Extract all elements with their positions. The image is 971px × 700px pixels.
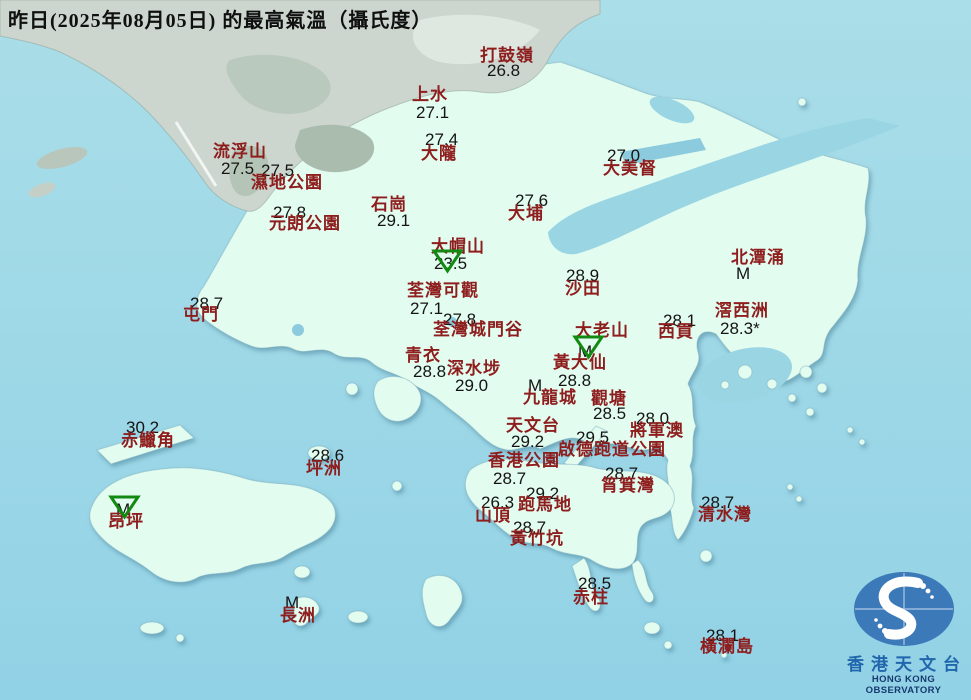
station-name: 黃大仙 [553,354,607,371]
hko-logo-name-cjk: 香港天文台 [836,655,971,675]
station-marker-triangle-icon [109,495,140,519]
station-value: 27.5 [221,160,254,177]
station-value: 27.1 [410,300,443,317]
station-name: 九龍城 [523,389,577,406]
station-name: 沙田 [565,280,601,297]
station-name: 滘西洲 [715,302,769,319]
station-name: 觀塘 [591,390,627,407]
station-value: 29.0 [455,377,488,394]
station-name: 屯門 [183,306,219,323]
station-value: 29.1 [377,212,410,229]
station-name: 香港公園 [488,452,560,469]
station-value: 28.3* [720,320,760,337]
station-name: 橫瀾島 [700,638,754,655]
station-name: 流浮山 [213,143,267,160]
station-name: 北潭涌 [731,249,785,266]
station-name: 筲箕灣 [601,477,655,494]
station-value: 29.2 [511,433,544,450]
station-name: 山頂 [475,507,511,524]
station-value: 28.8 [558,372,591,389]
station-name: 元朗公園 [269,215,341,232]
station-name: 清水灣 [698,506,752,523]
station-name: 將軍澳 [630,422,684,439]
station-name: 坪洲 [306,460,342,477]
station-value: 28.8 [413,363,446,380]
station-value: 27.1 [416,104,449,121]
station-name: 西貢 [658,323,694,340]
station-name: 打鼓嶺 [480,47,534,64]
station-name: 大美督 [603,160,657,177]
station-name: 大埔 [508,205,544,222]
station-name: 赤鱲角 [121,432,175,449]
hko-logo-icon [852,570,956,648]
map-title: 昨日(2025年08月05日) 的最高氣溫（攝氏度） [8,4,432,33]
station-name: 石崗 [371,196,407,213]
station-name: 天文台 [506,417,560,434]
station-value: 28.7 [493,470,526,487]
hko-logo: 香港天文台 HONG KONG OBSERVATORY [836,570,971,697]
station-value: M [736,265,750,282]
temperature-map-canvas: 昨日(2025年08月05日) 的最高氣溫（攝氏度） 26.8打鼓嶺27.1上水… [0,0,971,700]
station-name: 赤柱 [573,589,609,606]
station-name: 大隴 [421,145,457,162]
station-name: 上水 [412,86,448,103]
station-name: 深水埗 [447,360,501,377]
station-name: 跑馬地 [518,496,572,513]
station-name: 荃灣可觀 [407,282,479,299]
station-name: 長洲 [280,607,316,624]
station-marker-triangle-icon [432,249,463,273]
station-name: 啟德跑道公園 [558,441,666,458]
hko-logo-name-en: HONG KONG OBSERVATORY [836,675,971,697]
station-name: 青衣 [405,347,441,364]
station-name: 黃竹坑 [510,530,564,547]
hong-kong-map [0,0,971,700]
station-name: 荃灣城門谷 [433,321,523,338]
station-name: 濕地公園 [251,174,323,191]
